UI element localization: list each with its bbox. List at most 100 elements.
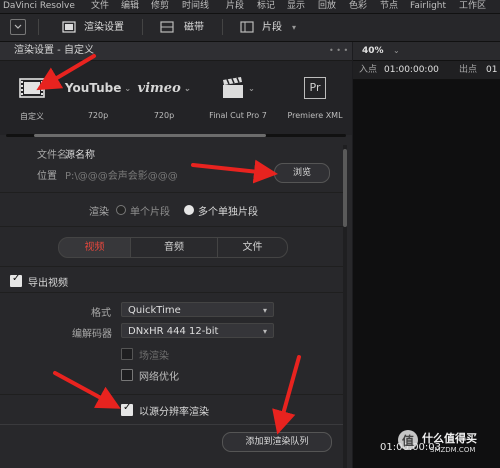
youtube-logo: YouTube ⌄ — [64, 75, 132, 101]
section-divider — [0, 394, 346, 395]
location-label: 位置 — [37, 171, 57, 182]
in-point-timecode[interactable]: 01:00:00:00 — [384, 61, 439, 79]
app-name: DaVinci Resolve — [3, 1, 75, 11]
chevron-down-icon: ⌄ — [183, 83, 191, 93]
render-single-label[interactable]: 单个片段 — [130, 203, 170, 218]
viewer-screen[interactable]: 01:00:00:03 — [353, 80, 500, 468]
panel-header: 渲染设置 - 自定义 • • • — [0, 42, 352, 61]
panel-options-button[interactable]: • • • — [329, 42, 348, 60]
chevron-down-icon: ⌄ — [124, 83, 132, 93]
section-divider — [0, 192, 346, 193]
tab-video[interactable]: 视频 — [58, 237, 131, 258]
add-to-render-queue-button[interactable]: 添加到渲染队列 — [222, 432, 332, 452]
codec-value: DNxHR 444 12-bit — [128, 326, 219, 337]
tab-file[interactable]: 文件 — [217, 237, 288, 258]
viewer-header: 40% ⌄ — [353, 42, 500, 61]
panel-title: 渲染设置 - 自定义 — [14, 45, 94, 56]
scrollbar-thumb[interactable] — [343, 149, 347, 227]
network-optimization-label: 网络优化 — [139, 372, 179, 383]
render-multi-label[interactable]: 多个单独片段 — [198, 203, 258, 218]
zoom-dropdown-icon[interactable]: ⌄ — [393, 42, 400, 60]
codec-label: 编解码器 — [72, 329, 112, 340]
zoom-level[interactable]: 40% — [362, 42, 384, 60]
preset-caption: 720p — [87, 111, 109, 120]
segments-tab[interactable]: 片段 — [262, 14, 282, 41]
preset-strip: 自定义 YouTube ⌄ 720p vimeo ⌄ 720p ⌄ Final Cu… — [0, 61, 352, 135]
export-video-label: 导出视频 — [28, 278, 68, 289]
tape-icon[interactable] — [160, 21, 174, 33]
menu-clip[interactable]: 片段 — [226, 0, 244, 13]
toolbar-divider — [142, 19, 143, 35]
preset-custom[interactable]: 自定义 — [4, 61, 60, 133]
preset-youtube[interactable]: YouTube ⌄ 720p — [64, 61, 132, 133]
preset-caption: 自定义 — [20, 112, 44, 121]
youtube-logo-text: YouTube — [64, 81, 122, 95]
vimeo-logo: vimeo ⌄ — [132, 75, 196, 101]
tape-tab[interactable]: 磁带 — [184, 14, 204, 41]
preset-caption: Final Cut Pro 7 — [209, 111, 267, 120]
watermark-logo-glyph: 值 — [402, 434, 415, 448]
network-optimization-checkbox[interactable] — [121, 369, 133, 381]
section-divider — [0, 226, 346, 227]
panel-scrollbar[interactable] — [343, 145, 347, 468]
render-settings-tab[interactable]: 渲染设置 — [84, 14, 124, 41]
watermark-text: 什么值得买 — [422, 432, 477, 445]
render-settings-icon[interactable] — [62, 20, 76, 34]
menu-timeline[interactable]: 时间线 — [182, 0, 209, 13]
menu-edit[interactable]: 编辑 — [121, 0, 139, 13]
film-icon — [4, 75, 60, 101]
watermark-subtext: SMZDM.COM — [430, 446, 476, 454]
location-field[interactable]: P:\@@@会声会影@@@ — [65, 167, 178, 182]
format-label: 格式 — [91, 308, 111, 319]
chevron-down-icon: ⌄ — [248, 83, 255, 93]
section-divider — [0, 292, 346, 293]
filename-label: 文件名 — [37, 150, 67, 161]
format-value: QuickTime — [128, 305, 181, 316]
preset-final-cut-pro[interactable]: ⌄ Final Cut Pro 7 — [200, 61, 276, 133]
filename-field[interactable]: 源名称 — [65, 146, 95, 161]
segments-dropdown-icon[interactable]: ▾ — [292, 14, 296, 41]
toolbar-divider — [222, 19, 223, 35]
menu-file[interactable]: 文件 — [91, 0, 109, 13]
panel-toggle-icon[interactable] — [10, 19, 26, 35]
menu-trim[interactable]: 修剪 — [151, 0, 169, 13]
field-render-label: 场渲染 — [139, 351, 169, 362]
chevron-down-icon: ▾ — [262, 327, 267, 336]
premiere-logo-text: Pr — [304, 77, 326, 99]
out-point-label: 出点 — [459, 65, 478, 75]
segments-icon[interactable] — [240, 21, 254, 33]
menu-color[interactable]: 色彩 — [349, 0, 367, 13]
field-render-checkbox[interactable] — [121, 348, 133, 360]
menu-workspace[interactable]: 工作区 — [459, 0, 486, 13]
preset-caption: Premiere XML — [287, 111, 343, 120]
toolbar: 渲染设置 磁带 片段 ▾ — [0, 14, 500, 42]
format-select[interactable]: QuickTime ▾ — [121, 302, 274, 317]
toolbar-divider — [38, 19, 39, 35]
export-video-checkbox[interactable] — [10, 273, 22, 287]
watermark-logo-icon: 值 — [398, 430, 418, 450]
codec-select[interactable]: DNxHR 444 12-bit ▾ — [121, 323, 274, 338]
preset-premiere-xml[interactable]: Pr Premiere XML — [282, 61, 348, 133]
menu-mark[interactable]: 标记 — [257, 0, 275, 13]
chevron-down-icon: ▾ — [262, 306, 267, 315]
preset-vimeo[interactable]: vimeo ⌄ 720p — [132, 61, 196, 133]
premiere-logo: Pr — [282, 75, 348, 101]
source-resolution-label: 以源分辨率渲染 — [139, 407, 209, 418]
viewer-timecode-bar: 入点 01:00:00:00 出点 01 — [353, 61, 500, 80]
preset-scrollbar[interactable] — [6, 134, 346, 137]
source-resolution-checkbox[interactable] — [121, 402, 133, 416]
menu-nodes[interactable]: 节点 — [380, 0, 398, 13]
render-multi-radio[interactable] — [184, 205, 194, 215]
scrollbar-thumb[interactable] — [34, 134, 266, 137]
preset-caption: 720p — [153, 111, 175, 120]
menu-fairlight[interactable]: Fairlight — [410, 0, 446, 13]
menubar: DaVinci Resolve 文件 编辑 修剪 时间线 片段 标记 显示 回放… — [0, 0, 500, 14]
vimeo-logo-text: vimeo — [137, 80, 181, 96]
out-point-timecode[interactable]: 01 — [486, 61, 497, 79]
menu-playback[interactable]: 回放 — [318, 0, 336, 13]
menu-view[interactable]: 显示 — [287, 0, 305, 13]
browse-button[interactable]: 浏览 — [274, 163, 330, 183]
render-single-radio[interactable] — [116, 205, 126, 215]
tab-audio[interactable]: 音频 — [130, 237, 218, 258]
render-mode-label: 渲染 — [89, 207, 109, 218]
